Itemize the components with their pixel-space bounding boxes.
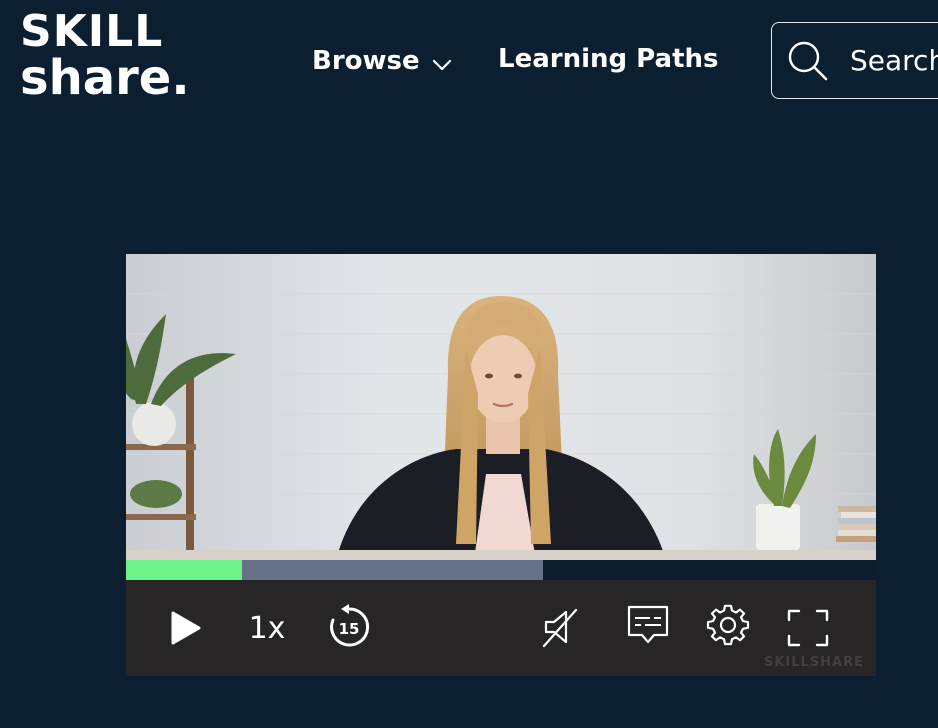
nav-browse[interactable]: Browse — [312, 44, 452, 78]
player-controls: 1x 15 SKILLSHARE — [126, 580, 876, 676]
fullscreen-button[interactable] — [786, 608, 830, 648]
mute-button[interactable] — [538, 604, 584, 650]
fullscreen-icon — [787, 609, 829, 647]
nav-learning-paths[interactable]: Learning Paths — [498, 44, 718, 74]
nav-learning-paths-label: Learning Paths — [498, 44, 719, 74]
rewind-15-button[interactable]: 15 — [326, 604, 372, 650]
rewind-15-label: 15 — [339, 620, 360, 638]
logo-line-2: share. — [20, 50, 190, 106]
settings-button[interactable] — [706, 604, 750, 648]
captions-button[interactable] — [624, 602, 672, 648]
video-frame — [126, 254, 876, 560]
play-icon — [171, 611, 201, 645]
page: SKILL share. Browse Learning Paths Searc… — [0, 0, 938, 728]
search-box[interactable]: Search — [771, 22, 938, 99]
play-button[interactable] — [166, 608, 206, 648]
search-input[interactable]: Search — [850, 44, 938, 77]
progress-bar[interactable] — [126, 560, 876, 580]
rewind-15-icon: 15 — [330, 604, 370, 647]
skillshare-logo[interactable]: SKILL share. — [20, 10, 190, 106]
playback-speed-label: 1x — [248, 610, 286, 646]
gear-icon — [706, 604, 750, 646]
search-icon — [786, 39, 830, 83]
video-player[interactable]: 1x 15 SKILLSHARE — [126, 254, 876, 676]
progress-played — [126, 560, 242, 580]
chevron-down-icon — [432, 48, 452, 78]
playback-speed-button[interactable]: 1x — [242, 608, 292, 648]
nav-browse-label: Browse — [312, 46, 420, 76]
captions-icon — [627, 605, 669, 644]
volume-muted-icon — [542, 608, 578, 648]
video-watermark: SKILLSHARE — [763, 655, 864, 670]
